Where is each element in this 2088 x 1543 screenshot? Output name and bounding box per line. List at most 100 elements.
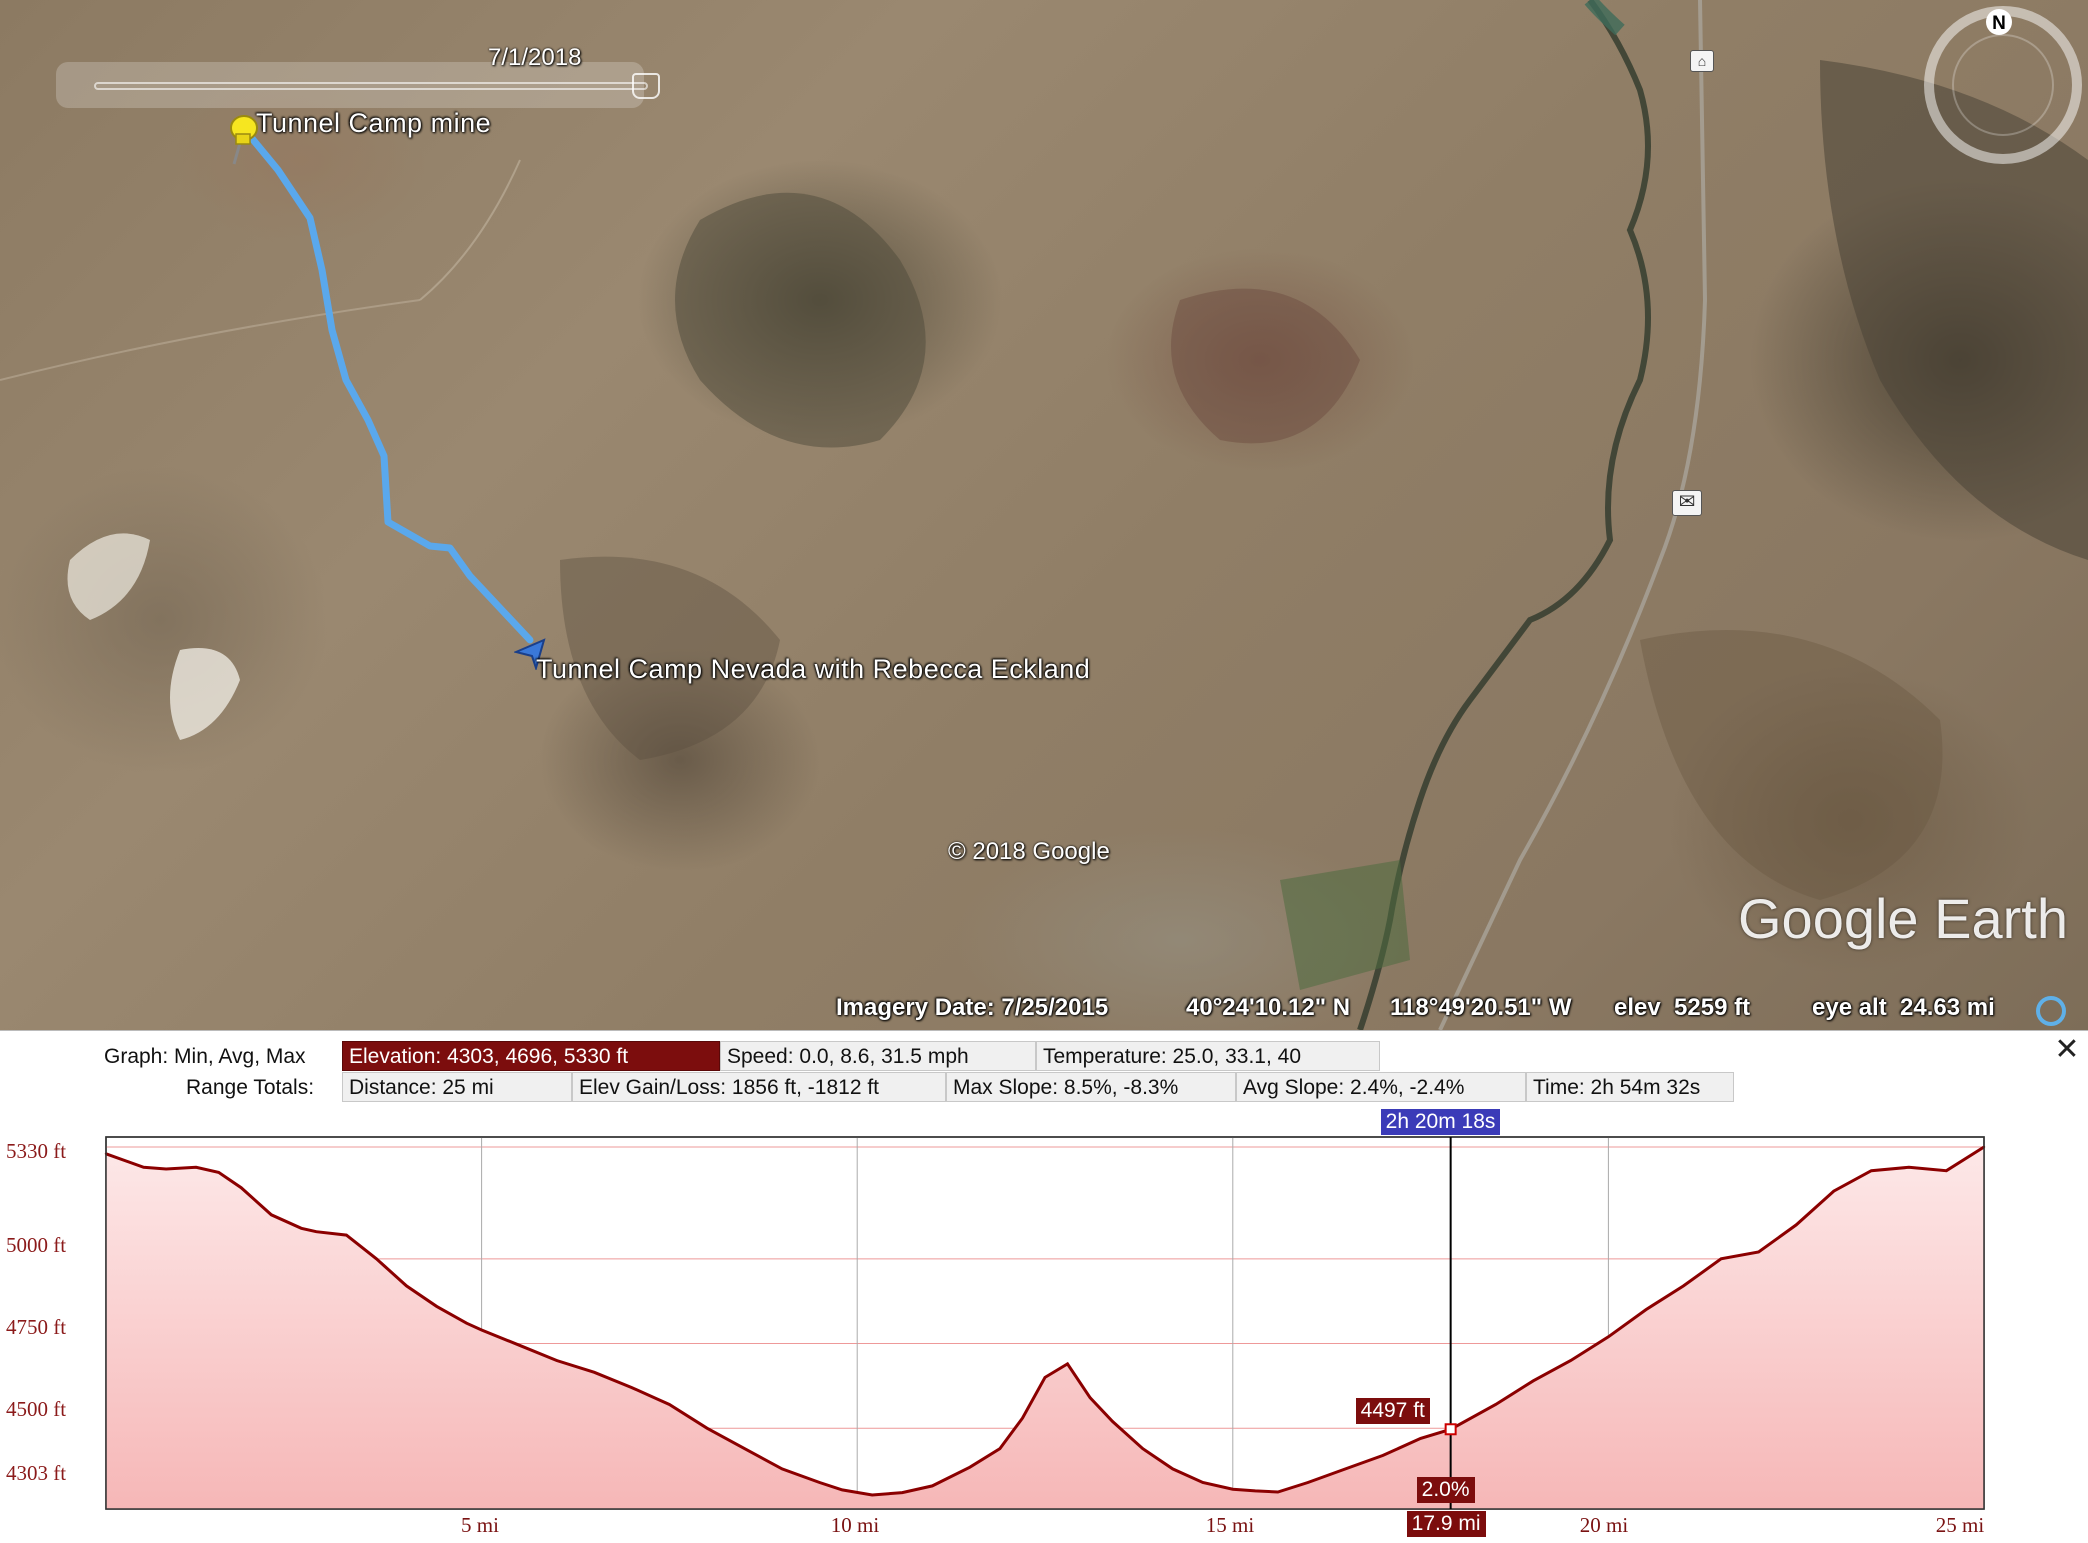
elevation-point	[1201, 1481, 1204, 1484]
compass-north-label: N	[1992, 13, 2006, 34]
range-label: Range Totals:	[186, 1076, 315, 1099]
elevation-point	[1870, 1169, 1873, 1172]
elevation-point	[668, 1403, 671, 1406]
graph-label: Graph: Min, Avg, Max	[104, 1045, 306, 1068]
elevation-point	[1276, 1490, 1280, 1494]
longitude-readout: 118°49'20.51" W	[1390, 994, 1572, 1021]
x-tick-label: 15 mi	[1205, 1513, 1255, 1537]
elevation-point	[1569, 1359, 1573, 1362]
elevation-point	[743, 1447, 746, 1450]
elevation-point	[931, 1484, 934, 1488]
cursor-elevation-tag: 4497 ft	[1354, 1397, 1431, 1426]
elevation-point	[435, 1305, 438, 1308]
time-slider-thumb[interactable]	[632, 73, 660, 99]
elevation-point	[1945, 1169, 1948, 1172]
x-tick-label: 10 mi	[830, 1513, 880, 1537]
copyright-text: © 2018 Google	[948, 838, 1110, 865]
range-stat-max-slope: Max Slope: 8.5%, -8.3%	[946, 1072, 1236, 1102]
elevation-point	[705, 1427, 709, 1430]
graph-stat-elevation[interactable]: Elevation: 4303, 4696, 5330 ft	[342, 1041, 720, 1071]
elevation-point	[968, 1466, 972, 1469]
y-tick-label: 5000 ft	[6, 1233, 67, 1257]
elevation-point	[480, 1328, 483, 1332]
elevation-point	[818, 1481, 821, 1484]
loading-spinner-icon	[2036, 996, 2066, 1026]
elevation-point	[1832, 1189, 1835, 1193]
elevation-point	[217, 1171, 220, 1174]
cursor-time-tag: 2h 20m 18s	[1380, 1109, 1501, 1135]
elevation-point	[1066, 1362, 1069, 1366]
gps-track-line	[246, 132, 534, 644]
google-earth-logo: Google Earth	[1738, 887, 2068, 950]
range-stat-distance: Distance: 25 mi	[342, 1072, 572, 1102]
graph-stat-temperature[interactable]: Temperature: 25.0, 33.1, 40	[1036, 1041, 1380, 1071]
elevation-point	[1344, 1467, 1347, 1471]
elevation-point	[1532, 1379, 1535, 1383]
lodging-icon[interactable]: ⌂	[1690, 50, 1714, 72]
elevation-point	[1088, 1396, 1092, 1399]
imagery-date: Imagery Date: 7/25/2015	[836, 994, 1109, 1021]
y-tick-label: 4500 ft	[6, 1397, 67, 1421]
eye-altitude-readout: eye alt 24.63 mi	[1812, 994, 1995, 1021]
elevation-point	[142, 1166, 145, 1169]
elevation-point	[901, 1491, 904, 1494]
elevation-point	[1719, 1257, 1723, 1261]
y-tick-label: 4750 ft	[6, 1315, 67, 1339]
elevation-point	[1494, 1403, 1497, 1406]
map-status-bar: Imagery Date: 7/25/2015 40°24'10.12" N 1…	[0, 990, 2088, 1030]
elevation-point	[375, 1257, 378, 1261]
cursor-marker	[1444, 1423, 1457, 1436]
elevation-point	[1419, 1437, 1422, 1440]
elevation-point	[1043, 1376, 1047, 1379]
elevation-readout: elev 5259 ft	[1614, 994, 1751, 1021]
elevation-point	[240, 1186, 243, 1189]
elevation-point	[164, 1167, 168, 1171]
elevation-point	[780, 1467, 784, 1471]
elevation-point	[517, 1344, 521, 1347]
compass-icon[interactable]: N	[1920, 2, 2086, 168]
elevation-point	[300, 1227, 303, 1230]
elevation-point	[871, 1493, 874, 1497]
elevation-point	[1607, 1335, 1610, 1338]
range-stat-elev-gain-loss: Elev Gain/Loss: 1856 ft, -1812 ft	[572, 1072, 946, 1102]
range-stat-time: Time: 2h 54m 32s	[1526, 1072, 1734, 1102]
latitude-readout: 40°24'10.12" N	[1186, 994, 1351, 1021]
x-tick-label: 20 mi	[1579, 1513, 1629, 1537]
elevation-point	[405, 1284, 408, 1288]
elevation-point	[315, 1230, 318, 1233]
x-tick-label: 25 mi	[1935, 1513, 1985, 1537]
track-label[interactable]: Tunnel Camp Nevada with Rebecca Eckland	[536, 654, 1090, 685]
elevation-point	[630, 1386, 634, 1389]
elevation-point	[194, 1166, 198, 1169]
elevation-point	[1231, 1488, 1235, 1491]
elevation-point	[840, 1488, 844, 1492]
cursor-slope-tag: 2.0%	[1416, 1477, 1475, 1503]
elevation-point	[1141, 1447, 1144, 1450]
time-slider-track[interactable]	[94, 82, 648, 90]
mail-icon[interactable]: ✉	[1672, 490, 1702, 516]
elevation-point	[555, 1359, 558, 1362]
elevation-point	[1795, 1223, 1798, 1227]
elevation-point	[1381, 1454, 1385, 1457]
graph-stat-speed[interactable]: Speed: 0.0, 8.6, 31.5 mph	[720, 1041, 1036, 1071]
elevation-point	[1306, 1481, 1310, 1484]
elevation-point	[1111, 1420, 1114, 1423]
y-tick-label: 4303 ft	[6, 1461, 67, 1485]
elevation-profile-panel: Graph: Min, Avg, Max Elevation: 4303, 46…	[0, 1030, 2088, 1543]
map-terrain-overlay	[0, 0, 2088, 1030]
elevation-point	[1907, 1166, 1911, 1169]
placemark-label[interactable]: Tunnel Camp mine	[256, 108, 491, 139]
time-slider-date: 7/1/2018	[488, 44, 582, 71]
elevation-point	[1682, 1284, 1685, 1288]
close-profile-button[interactable]: ✕	[2054, 1035, 2080, 1065]
x-tick-label: 5 mi	[461, 1513, 499, 1537]
elevation-point	[1757, 1250, 1760, 1254]
map-view[interactable]: Tunnel Camp mine Tunnel Camp Nevada with…	[0, 0, 2088, 1030]
elevation-point	[1171, 1467, 1174, 1471]
elevation-point	[1644, 1308, 1648, 1311]
elevation-point	[465, 1322, 468, 1325]
elevation-point	[345, 1233, 348, 1237]
elevation-graph[interactable]	[0, 1031, 2088, 1543]
elevation-point	[593, 1371, 596, 1374]
range-stat-avg-slope: Avg Slope: 2.4%, -2.4%	[1236, 1072, 1526, 1102]
